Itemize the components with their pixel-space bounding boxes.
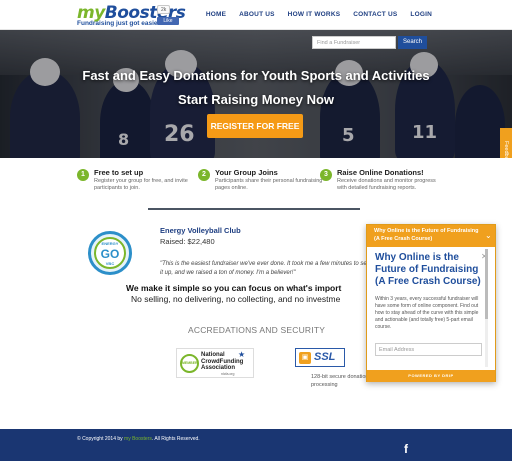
step-number: 1 — [77, 169, 89, 181]
how-it-works-steps: 1 Free to set up Register your group for… — [0, 165, 512, 205]
club-logo-top-text: ENERGY — [101, 241, 119, 246]
step-description: Register your group for free, and invite… — [94, 178, 188, 191]
register-for-free-button[interactable]: REGISTER FOR FREE — [207, 114, 303, 138]
hero-title: Fast and Easy Donations for Youth Sports… — [82, 68, 430, 83]
nav-about-us[interactable]: ABOUT US — [239, 11, 275, 18]
site-footer — [0, 429, 512, 461]
scrollbar-thumb[interactable] — [485, 249, 488, 319]
main-nav: HOME ABOUT US HOW IT WORKS CONTACT US LO… — [206, 11, 432, 18]
club-logo: ENERGY GO VBC — [88, 231, 132, 275]
ssl-caption: 128-bit secure donation processing — [311, 374, 369, 388]
search-button[interactable]: Search — [398, 36, 427, 49]
section-divider — [148, 208, 360, 210]
chevron-down-icon[interactable]: ⌄ — [485, 231, 492, 240]
nav-contact-us[interactable]: CONTACT US — [353, 11, 397, 18]
accreditations-heading: ACCREDATIONS AND SECURITY — [188, 325, 326, 335]
popup-description: Within 3 years, every successful fundrai… — [375, 296, 479, 330]
step-number: 3 — [320, 169, 332, 181]
ncfa-site: nlcfa.org — [221, 372, 235, 376]
star-icon: ★ — [238, 350, 246, 359]
feedback-tab[interactable]: Feedback — [500, 128, 512, 158]
popup-footer: POWERED BY DRIP — [367, 370, 495, 382]
lock-icon: ▣ — [299, 352, 311, 364]
step-description: Receive donations and monitor progress w… — [337, 178, 436, 191]
testimonial-quote: "This is the easiest fundraiser we've ev… — [160, 261, 369, 276]
nav-home[interactable]: HOME — [206, 11, 226, 18]
step-description: Participants share their personal fundra… — [215, 178, 323, 191]
hero-subtitle: Start Raising Money Now — [177, 92, 335, 107]
facebook-icon[interactable]: f — [404, 442, 408, 456]
ssl-label: SSL — [314, 351, 336, 363]
ncfa-badge[interactable]: MEMBER National CrowdFunding Association… — [176, 348, 254, 378]
nav-login[interactable]: LOGIN — [410, 11, 432, 18]
step-title: Raise Online Donations! — [337, 168, 424, 177]
step-title: Free to set up — [94, 168, 144, 177]
facebook-like-button[interactable]: Like — [157, 17, 179, 25]
club-logo-mid-text: GO — [100, 247, 120, 261]
copyright-prefix: © Copyright 2014 by — [77, 436, 125, 442]
club-raised-amount: Raised: $22,480 — [160, 237, 215, 246]
club-logo-inner: ENERGY GO VBC — [94, 237, 126, 269]
hero-banner: 26 8 5 11 Find a Fundraiser Search Fast … — [0, 30, 512, 158]
copyright-suffix: . All Rights Reserved. — [151, 436, 200, 442]
ssl-badge: ▣ SSL — [295, 348, 345, 367]
ncfa-name: National CrowdFunding Association — [201, 352, 244, 371]
step-title: Your Group Joins — [215, 168, 278, 177]
popup-scrollbar[interactable] — [485, 249, 488, 367]
ncfa-member-seal: MEMBER — [180, 354, 199, 373]
popup-header-bar[interactable]: Why Online is the Future of Fundraising … — [367, 225, 495, 247]
step-number: 2 — [198, 169, 210, 181]
copyright-brand-link[interactable]: my Boosters — [124, 436, 152, 442]
site-header: myBoosters Fundraising just got easier. … — [0, 0, 512, 30]
email-field[interactable]: Email Address — [375, 343, 482, 356]
simple-subheading: No selling, no delivering, no collecting… — [131, 294, 341, 304]
popup-title: Why Online is the Future of Fundraising … — [375, 252, 481, 287]
email-course-popup: Why Online is the Future of Fundraising … — [366, 224, 496, 382]
club-logo-bottom-text: VBC — [105, 261, 115, 266]
nav-how-it-works[interactable]: HOW IT WORKS — [288, 11, 341, 18]
popup-bar-title: Why Online is the Future of Fundraising … — [374, 228, 479, 242]
facebook-like-count: 2k — [157, 5, 171, 14]
popup-body: Why Online is the Future of Fundraising … — [370, 248, 484, 368]
copyright-text: © Copyright 2014 by my Boosters. All Rig… — [77, 436, 200, 442]
simple-heading: We make it simple so you can focus on wh… — [126, 283, 342, 293]
tagline: Fundraising just got easier. — [77, 20, 162, 27]
club-name-link[interactable]: Energy Volleyball Club — [160, 226, 241, 235]
fundraiser-search-input[interactable]: Find a Fundraiser — [312, 36, 396, 49]
